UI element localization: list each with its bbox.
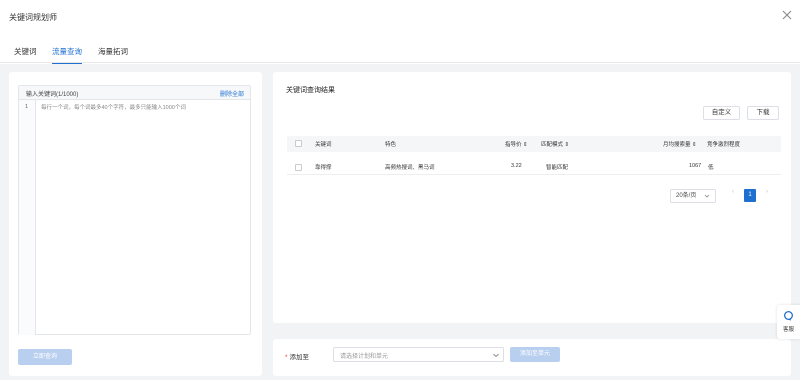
column-search-volume[interactable]: 月均搜索量 ⇕	[663, 140, 697, 148]
add-to-bar: * 添加至 请选择计划和单元 添加至单元	[273, 339, 791, 376]
column-competition: 竞争激烈程度	[707, 142, 741, 148]
column-feature: 特色	[385, 142, 397, 148]
keyword-input-box[interactable]: 输入关键词(1/1000) 删除全部 1 每行一个词，每个词最多40个字符，最多…	[18, 85, 251, 335]
select-all-checkbox[interactable]	[295, 140, 302, 147]
line-number-gutter: 1	[19, 100, 36, 335]
keyword-count-label: 输入关键词(1/1000)	[26, 92, 79, 98]
plan-unit-select[interactable]: 请选择计划和单元	[333, 347, 504, 362]
tab-mass-expansion[interactable]: 海量拓词	[98, 46, 128, 63]
keyword-input-panel: 输入关键词(1/1000) 删除全部 1 每行一个词，每个词最多40个字符，最多…	[9, 72, 262, 376]
dialog-title: 关键词规划师	[9, 13, 57, 22]
tab-bar: 关键词 流量查询 海量拓词	[0, 40, 800, 65]
query-now-button[interactable]: 立即查询	[18, 349, 72, 365]
table-header: 关键词 特色 指导价 ⇕ 匹配模式 ⇕ 月均搜索量 ⇕ 竞争激烈程度	[287, 136, 781, 152]
chevron-down-icon	[704, 194, 710, 198]
row-checkbox[interactable]	[295, 164, 302, 171]
next-page-button[interactable]: ›	[766, 189, 768, 195]
content-area: 输入关键词(1/1000) 删除全部 1 每行一个词，每个词最多40个字符，最多…	[0, 64, 800, 380]
add-to-unit-button[interactable]: 添加至单元	[510, 347, 560, 362]
row-match-mode: 智能匹配	[546, 165, 569, 171]
page-number-current[interactable]: 1	[744, 189, 756, 202]
row-search-volume: 1067	[689, 163, 702, 169]
close-icon[interactable]	[780, 8, 794, 22]
required-mark: *	[285, 354, 288, 361]
customer-service-label: 客服	[782, 327, 794, 333]
keyword-input-header: 输入关键词(1/1000) 删除全部	[19, 86, 250, 100]
customer-service-widget[interactable]: 客服	[777, 305, 800, 339]
plan-unit-placeholder: 请选择计划和单元	[340, 354, 389, 360]
column-match-mode[interactable]: 匹配模式 ⇕	[541, 140, 569, 148]
keyword-textarea-placeholder[interactable]: 每行一个词，每个词最多40个字符，最多只能输入1000个词	[41, 103, 186, 111]
results-panel: 关键词查询结果 自定义 下载 关键词 特色 指导价 ⇕ 匹配模式 ⇕ 月均搜索量…	[273, 72, 791, 323]
table-row: 靠得撑 高频热搜词、黑马词 3.22 智能匹配 1067 低	[287, 159, 781, 175]
page-size-value: 20条/页	[676, 193, 697, 199]
headset-icon	[784, 311, 793, 321]
row-keyword: 靠得撑	[315, 165, 332, 171]
tab-keywords[interactable]: 关键词	[14, 46, 37, 63]
delete-all-link[interactable]: 删除全部	[220, 89, 244, 98]
dialog-header: 关键词规划师	[0, 0, 800, 36]
add-to-text: 添加至	[289, 354, 310, 361]
customize-button[interactable]: 自定义	[703, 106, 740, 120]
row-competition: 低	[708, 165, 714, 171]
column-price[interactable]: 指导价 ⇕	[505, 140, 528, 148]
prev-page-button[interactable]: ‹	[732, 189, 734, 195]
row-price: 3.22	[511, 163, 522, 169]
column-keyword: 关键词	[315, 142, 332, 148]
chevron-down-icon	[493, 353, 499, 358]
add-to-label: * 添加至	[285, 351, 309, 361]
results-title: 关键词查询结果	[286, 87, 335, 94]
tab-traffic-query[interactable]: 流量查询	[52, 46, 82, 65]
download-button[interactable]: 下载	[747, 106, 779, 120]
line-number: 1	[25, 104, 29, 110]
page-size-select[interactable]: 20条/页	[670, 189, 716, 203]
row-feature: 高频热搜词、黑马词	[385, 165, 435, 171]
